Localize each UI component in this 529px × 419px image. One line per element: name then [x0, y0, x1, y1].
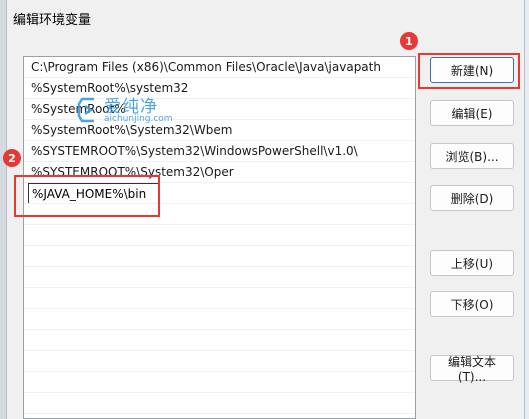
list-item[interactable]: %SYSTEMROOT%\System32\Oper: [24, 162, 415, 183]
list-item-empty[interactable]: [24, 309, 415, 330]
annotation-marker-1: 1: [400, 32, 418, 50]
list-item-editing[interactable]: [24, 183, 415, 204]
edit-text-button[interactable]: 编辑文本(T)...: [430, 355, 514, 384]
title-bar[interactable]: 编辑环境变量: [7, 0, 524, 36]
list-item[interactable]: %SYSTEMROOT%\System32\WindowsPowerShell\…: [24, 141, 415, 162]
delete-button[interactable]: 删除(D): [430, 185, 514, 211]
list-item-empty[interactable]: [24, 288, 415, 309]
watermark-url: aichunjing.com: [104, 114, 173, 124]
list-item-empty[interactable]: [24, 246, 415, 267]
path-edit-input[interactable]: [28, 183, 160, 203]
move-up-button[interactable]: 上移(U): [430, 250, 514, 276]
move-down-button[interactable]: 下移(O): [430, 291, 514, 317]
list-item-empty[interactable]: [24, 330, 415, 351]
list-item-empty[interactable]: [24, 393, 415, 414]
new-button[interactable]: 新建(N): [430, 57, 514, 83]
list-item-empty[interactable]: [24, 267, 415, 288]
watermark-logo-icon: [77, 97, 94, 123]
list-item-empty[interactable]: [24, 204, 415, 225]
list-item[interactable]: C:\Program Files (x86)\Common Files\Orac…: [24, 57, 415, 78]
annotation-marker-2: 2: [3, 149, 21, 167]
edit-env-variable-dialog: 编辑环境变量 C:\Program Files (x86)\Common Fil…: [6, 0, 525, 419]
list-item-empty[interactable]: [24, 351, 415, 372]
window-title: 编辑环境变量: [13, 13, 92, 28]
watermark: 爱纯净 aichunjing.com: [76, 92, 196, 132]
list-item-empty[interactable]: [24, 225, 415, 246]
browse-button[interactable]: 浏览(B)...: [430, 143, 514, 169]
list-item-empty[interactable]: [24, 372, 415, 393]
edit-button[interactable]: 编辑(E): [430, 100, 514, 126]
